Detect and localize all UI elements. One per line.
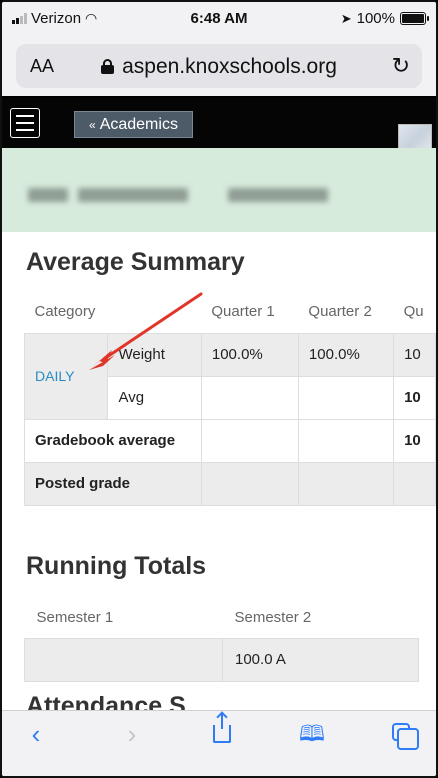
main-content: Average Summary Category Quarter 1 Quart… [2,232,436,710]
cell-q1 [200,461,299,506]
address-bar[interactable]: AA aspen.knoxschools.org ↻ [16,44,422,88]
table-row: DAILY Weight 100.0% 100.0% 10 [23,332,436,420]
gradebook-average-label: Gradebook average [24,418,202,463]
phone-screen: Verizon ◠ 6:48 AM ➤ 100% AA aspen.knoxsc… [0,0,438,778]
browser-chrome: AA aspen.knoxschools.org ↻ [2,36,436,96]
book-icon: 🕮 [299,721,325,746]
category-cell: DAILY [23,332,109,420]
forward-button[interactable]: › [114,719,150,749]
breadcrumb-label: Academics [99,116,178,133]
row-label: Weight [107,332,202,377]
cell-q3: 10 [393,418,436,463]
reload-icon[interactable]: ↻ [392,53,410,79]
header-quarter-3: Qu [403,302,424,320]
cell-q2 [297,375,395,420]
chevron-left-icon: ‹ [31,719,41,749]
breadcrumb-academics[interactable]: «Academics [74,111,193,138]
double-chevron-left-icon: « [89,118,96,132]
average-summary-table: Category Quarter 1 Quarter 2 Qu DAILY We… [23,290,436,506]
cell-q2 [297,418,395,463]
tabs-icon [392,723,419,750]
running-totals-table: Semester 1 Semester 2 100.0 A [24,598,419,682]
share-button[interactable] [204,713,240,749]
app-header: «Academics [2,96,436,164]
battery-icon [400,12,429,25]
location-icon: ➤ [340,10,352,26]
cell-q2: 100.0% [297,332,395,377]
status-bar: Verizon ◠ 6:48 AM ➤ 100% [2,2,436,36]
cell-q2 [297,461,395,506]
student-name-banner [2,148,436,232]
browser-toolbar: ‹ › 🕮 [2,710,436,776]
chevron-right-icon: › [127,719,137,749]
url-text: aspen.knoxschools.org [122,55,337,78]
cell-semester-1 [24,637,223,682]
back-button[interactable]: ‹ [18,719,54,749]
header-semester-1: Semester 1 [36,609,114,627]
bookmarks-button[interactable]: 🕮 [294,719,330,749]
header-semester-2: Semester 2 [234,609,312,627]
share-icon [213,713,231,743]
cell-q1: 100.0% [200,332,299,377]
cell-q3 [393,461,436,506]
row-label: Avg [107,375,202,420]
battery-percent: 100% [356,10,395,27]
cell-q1 [200,375,299,420]
lock-icon [101,59,115,74]
cell-q1 [200,418,299,463]
posted-grade-label: Posted grade [24,461,202,506]
table-row: Gradebook average 10 [24,418,436,463]
average-summary-title: Average Summary [26,248,245,276]
daily-category-link[interactable]: DAILY [35,368,74,384]
cell-semester-2: 100.0 A [222,637,419,682]
menu-icon[interactable] [10,108,40,138]
table-row: 100.0 A [24,637,419,682]
cell-q3: 10 [393,332,436,377]
header-category: Category [34,302,96,320]
table-row: Posted grade [24,461,436,506]
header-quarter-1: Quarter 1 [211,302,275,320]
attendance-summary-title-partial: Attendance S [26,692,186,710]
header-quarter-2: Quarter 2 [308,302,372,320]
redacted-student-name [28,188,328,206]
tabs-button[interactable] [384,719,420,750]
table-header-row: Semester 1 Semester 2 [25,598,419,638]
cell-q3: 10 [393,375,436,420]
url-display[interactable]: aspen.knoxschools.org [16,55,422,79]
running-totals-title: Running Totals [26,552,207,580]
battery-info: ➤ 100% [340,10,429,27]
table-header-row: Category Quarter 1 Quarter 2 Qu [25,290,436,333]
